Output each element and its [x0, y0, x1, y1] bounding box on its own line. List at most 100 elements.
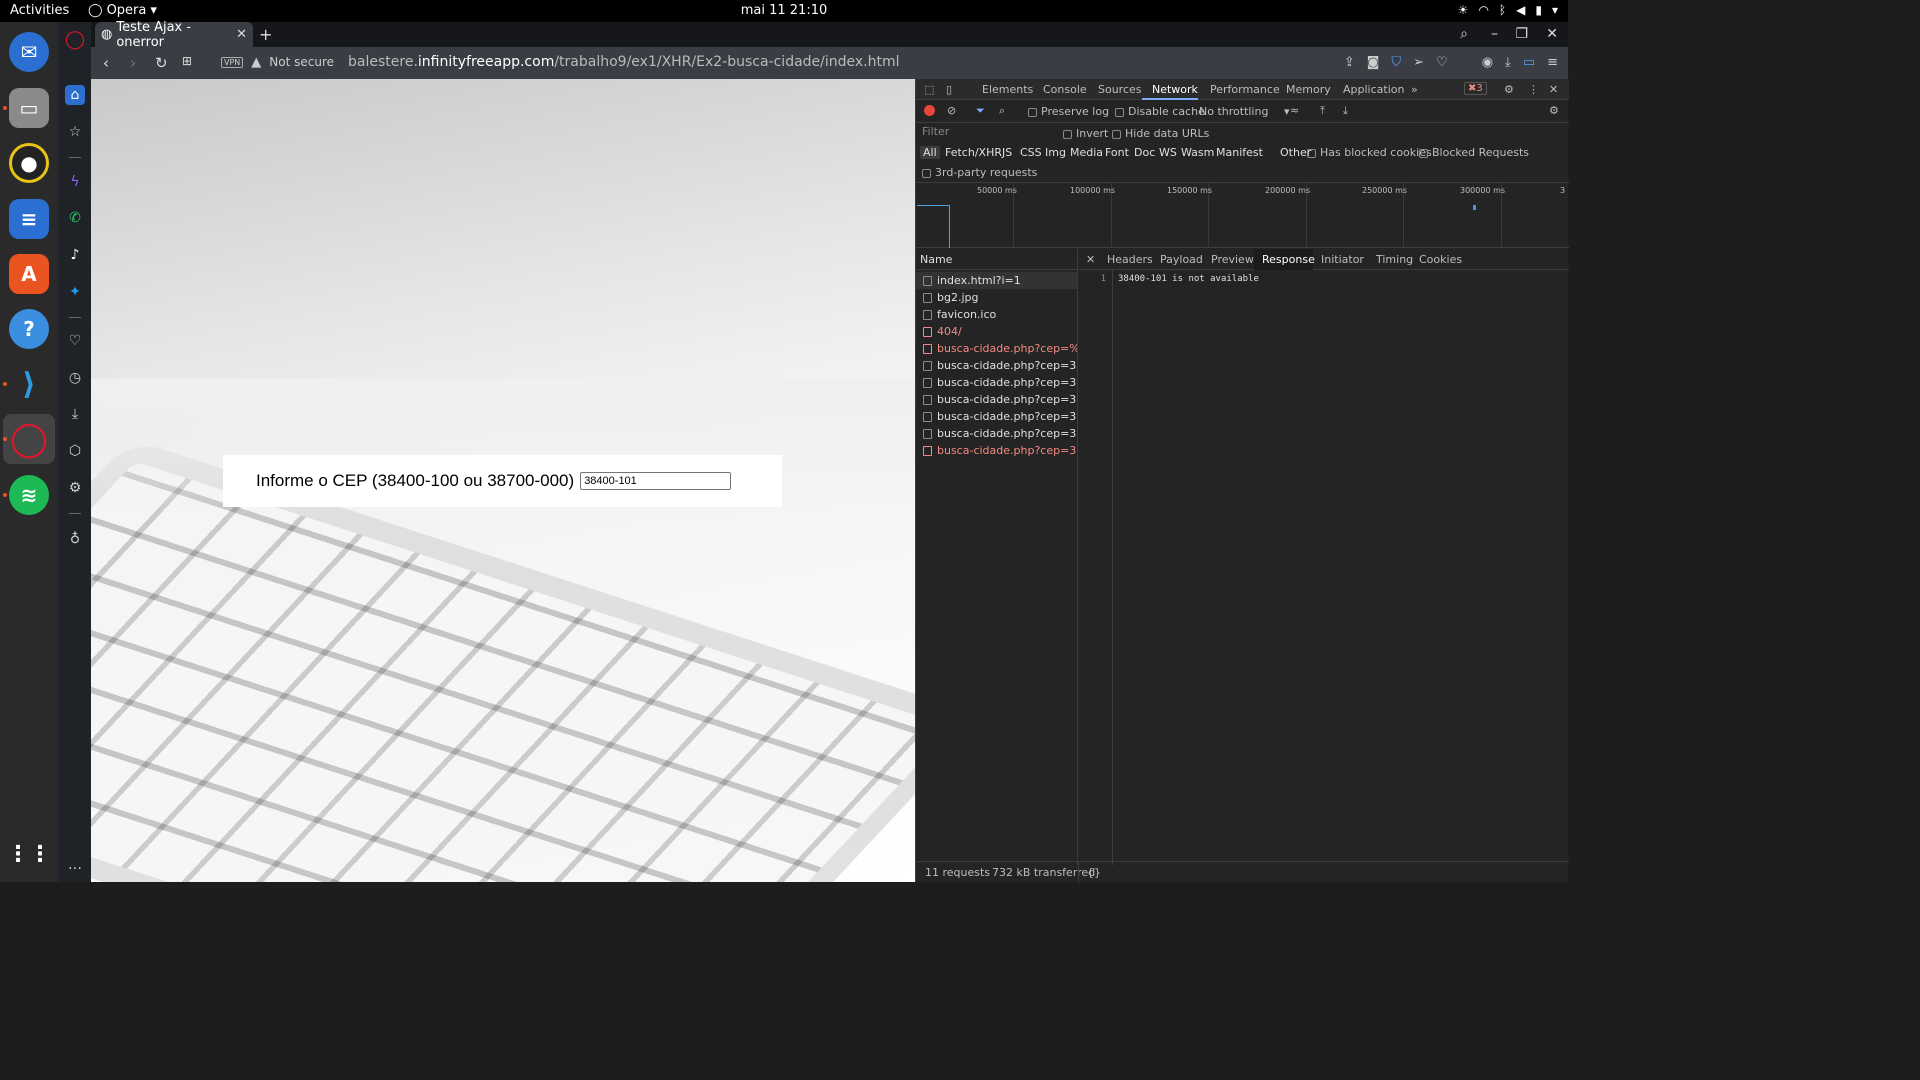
- new-tab-button[interactable]: +: [259, 25, 272, 44]
- filter-fetch-xhr[interactable]: Fetch/XHR: [945, 146, 1002, 159]
- inspect-icon[interactable]: ⬚: [924, 83, 934, 96]
- network-conditions-icon[interactable]: ≈: [1290, 104, 1299, 117]
- tab-grid-icon[interactable]: ⊞: [182, 54, 192, 68]
- network-timeline-overview[interactable]: 50000 ms 100000 ms 150000 ms 200000 ms 2…: [916, 183, 1569, 248]
- request-row[interactable]: index.html?i=1: [916, 272, 1077, 289]
- settings-icon[interactable]: ⚙: [65, 478, 85, 498]
- files-icon[interactable]: ▭: [9, 88, 49, 128]
- downloads-icon[interactable]: ⤓: [65, 404, 85, 424]
- tab-memory[interactable]: Memory: [1286, 83, 1331, 96]
- filter-all[interactable]: All: [920, 146, 940, 159]
- browser-tab[interactable]: ◍ Teste Ajax - onerror ✕: [95, 20, 253, 50]
- tab-cookies[interactable]: Cookies: [1419, 253, 1462, 266]
- history-icon[interactable]: ◷: [65, 368, 85, 388]
- request-row[interactable]: busca-cidade.php?cep=3840...: [916, 374, 1077, 391]
- disable-cache-checkbox[interactable]: Disable cache: [1115, 105, 1205, 118]
- tab-headers[interactable]: Headers: [1107, 253, 1153, 266]
- home-icon[interactable]: ⌂: [65, 85, 85, 105]
- record-button[interactable]: [924, 105, 935, 116]
- name-column-header[interactable]: Name: [916, 249, 1077, 270]
- battery-saver-icon[interactable]: ▭: [1523, 55, 1535, 70]
- camera-icon[interactable]: ◙: [1367, 55, 1380, 70]
- vscode-icon[interactable]: ⟩: [9, 364, 49, 404]
- menu-icon[interactable]: ≡: [1547, 55, 1558, 70]
- tab-payload[interactable]: Payload: [1160, 253, 1203, 266]
- settings-icon[interactable]: ⚙: [1504, 83, 1514, 96]
- filter-ws[interactable]: WS: [1159, 146, 1177, 159]
- lightbulb-icon[interactable]: ♁: [65, 529, 85, 549]
- device-toolbar-icon[interactable]: ▯: [946, 83, 952, 96]
- filter-img[interactable]: Img: [1045, 146, 1066, 159]
- spotify-icon[interactable]: ≋: [9, 475, 49, 515]
- help-icon[interactable]: ?: [9, 309, 49, 349]
- request-row[interactable]: busca-cidade.php?cep=3840...: [916, 357, 1077, 374]
- clock[interactable]: mai 11 21:10: [0, 3, 1568, 18]
- minimize-button[interactable]: –: [1491, 26, 1498, 42]
- request-row[interactable]: busca-cidade.php?cep=%203...: [916, 340, 1077, 357]
- request-row[interactable]: 404/: [916, 323, 1077, 340]
- close-tab-icon[interactable]: ✕: [236, 27, 247, 42]
- share-icon[interactable]: ⇪: [1344, 55, 1355, 70]
- close-detail-icon[interactable]: ✕: [1086, 253, 1095, 266]
- heart-icon[interactable]: ♡: [65, 331, 85, 351]
- pretty-print-button[interactable]: {}: [1087, 866, 1101, 879]
- system-tray[interactable]: ☀ ◠ ᛒ ◀ ▮ ▾: [1458, 3, 1558, 17]
- writer-icon[interactable]: ≡: [9, 199, 49, 239]
- filter-wasm[interactable]: Wasm: [1181, 146, 1214, 159]
- more-icon[interactable]: …: [65, 855, 85, 875]
- request-row[interactable]: favicon.ico: [916, 306, 1077, 323]
- url-field[interactable]: VPN ▲ Not secure balestere.infinityfreea…: [221, 54, 900, 70]
- shield-icon[interactable]: ⛉: [1391, 55, 1401, 70]
- response-body[interactable]: 1 38400-101 is not available: [1079, 270, 1569, 865]
- twitter-icon[interactable]: ✦: [65, 282, 85, 302]
- tab-timing[interactable]: Timing: [1376, 253, 1413, 266]
- tab-performance[interactable]: Performance: [1210, 83, 1280, 96]
- throttling-select[interactable]: No throttling ▾: [1199, 105, 1289, 118]
- tab-console[interactable]: Console: [1043, 83, 1087, 96]
- download-icon[interactable]: ⤓: [1505, 55, 1511, 70]
- filter-media[interactable]: Media: [1070, 146, 1103, 159]
- request-row[interactable]: busca-cidade.php?cep=3840...: [916, 442, 1077, 459]
- filter-css[interactable]: CSS: [1020, 146, 1042, 159]
- upload-har-icon[interactable]: ⤒: [1320, 104, 1325, 118]
- url-text[interactable]: balestere.infinityfreeapp.com/trabalho9/…: [348, 54, 900, 70]
- close-devtools-icon[interactable]: ✕: [1549, 83, 1558, 96]
- tiktok-icon[interactable]: ♪: [65, 245, 85, 265]
- clear-icon[interactable]: ⊘: [947, 104, 956, 117]
- filter-manifest[interactable]: Manifest: [1216, 146, 1263, 159]
- invert-checkbox[interactable]: Invert: [1063, 127, 1108, 140]
- filter-font[interactable]: Font: [1105, 146, 1129, 159]
- show-apps-icon[interactable]: ⋮⋮: [7, 834, 51, 874]
- request-row[interactable]: bg2.jpg: [916, 289, 1077, 306]
- tab-elements[interactable]: Elements: [982, 83, 1033, 96]
- tab-preview[interactable]: Preview: [1211, 253, 1254, 266]
- search-tabs-icon[interactable]: ⌕: [1460, 26, 1468, 42]
- tab-response[interactable]: Response: [1262, 253, 1315, 266]
- opera-dock-icon[interactable]: ◯: [3, 414, 55, 464]
- whatsapp-icon[interactable]: ✆: [65, 208, 85, 228]
- forward-button[interactable]: ›: [130, 54, 136, 72]
- blocked-requests-checkbox[interactable]: Blocked Requests: [1419, 146, 1529, 159]
- network-settings-icon[interactable]: ⚙: [1549, 104, 1559, 117]
- star-icon[interactable]: ☆: [65, 122, 85, 142]
- send-icon[interactable]: ➢: [1413, 55, 1424, 70]
- cep-input[interactable]: [580, 472, 732, 490]
- response-text[interactable]: 38400-101 is not available: [1118, 274, 1259, 284]
- software-center-icon[interactable]: A: [9, 254, 49, 294]
- search-icon[interactable]: ⌕: [999, 104, 1005, 118]
- request-row[interactable]: busca-cidade.php?cep=3840...: [916, 408, 1077, 425]
- filter-js[interactable]: JS: [1002, 146, 1012, 159]
- messenger-icon[interactable]: ϟ: [65, 172, 85, 192]
- hide-data-urls-checkbox[interactable]: Hide data URLs: [1112, 127, 1209, 140]
- tab-sources[interactable]: Sources: [1098, 83, 1142, 96]
- security-indicator[interactable]: Not secure: [269, 55, 334, 69]
- extensions-icon[interactable]: ⬡: [65, 441, 85, 461]
- tab-initiator[interactable]: Initiator: [1321, 253, 1364, 266]
- opera-logo-icon[interactable]: ◯: [65, 29, 85, 50]
- filter-input[interactable]: Filter: [920, 125, 1060, 141]
- restore-button[interactable]: ❐: [1515, 26, 1528, 42]
- rhythmbox-icon[interactable]: ●: [9, 143, 49, 183]
- has-blocked-cookies-checkbox[interactable]: Has blocked cookies: [1307, 146, 1432, 159]
- profile-icon[interactable]: ◉: [1482, 55, 1493, 70]
- filter-icon[interactable]: ⏷: [976, 104, 985, 118]
